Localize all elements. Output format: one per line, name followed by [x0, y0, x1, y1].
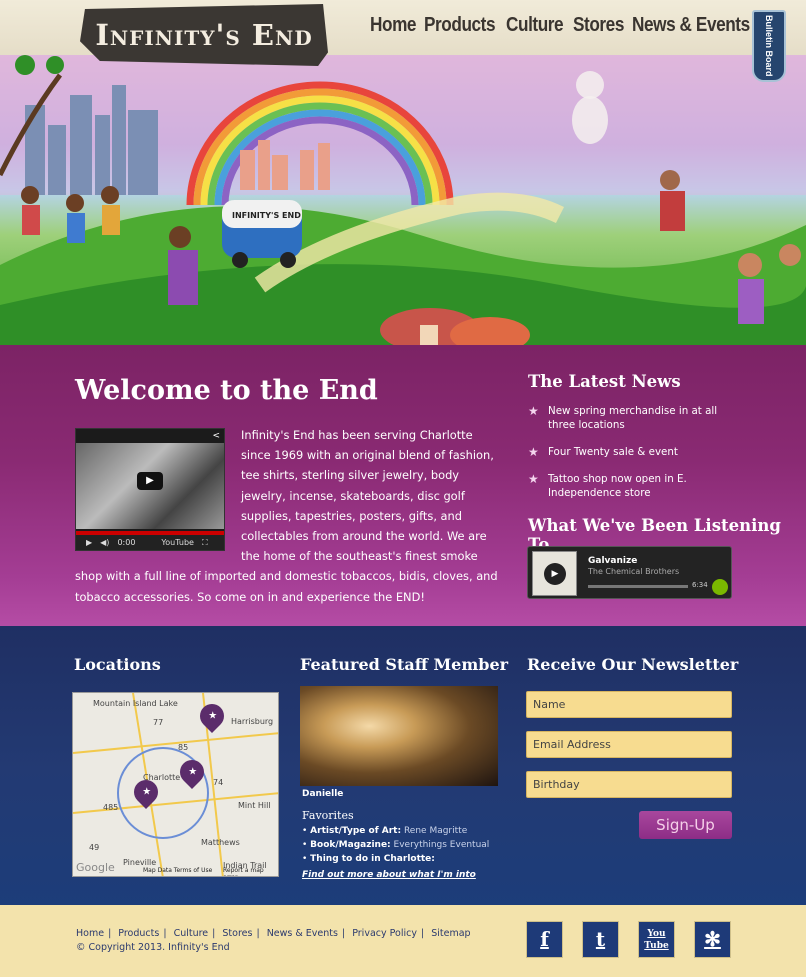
star-icon: ★ [187, 766, 197, 778]
teddy-bear [572, 71, 608, 144]
star-icon: ★ [528, 445, 539, 459]
news-list: ★ New spring merchandise in at all three … [528, 404, 738, 513]
star-icon: ★ [528, 472, 539, 486]
favorite-label: Book/Magazine: [310, 840, 391, 850]
map-terms-link[interactable]: Map Data Terms of Use [143, 867, 212, 874]
star-icon: ★ [207, 710, 217, 722]
footer-link-news-events[interactable]: News & Events [267, 928, 338, 939]
play-icon[interactable]: ▶ [137, 472, 163, 490]
van-label: INFINITY'S END [232, 211, 301, 220]
news-item-text[interactable]: Tattoo shop now open in E. Independence … [548, 473, 687, 499]
email-field[interactable]: Email Address [526, 731, 732, 758]
album-art: ▶ [532, 551, 577, 596]
song-progress[interactable] [588, 585, 688, 588]
map-label: Mountain Island Lake [93, 699, 178, 708]
birthday-field[interactable]: Birthday [526, 771, 732, 798]
signup-button[interactable]: Sign-Up [639, 811, 732, 839]
favorite-item: • Artist/Type of Art: Rene Magritte [302, 826, 468, 836]
youtube-icon[interactable]: You Tube [638, 921, 675, 958]
video-controls: ▶ ◀) 0:00 YouTube ⛶ [76, 535, 224, 550]
volume-icon[interactable]: ◀) [100, 538, 109, 547]
news-item[interactable]: ★ New spring merchandise in at all three … [528, 404, 738, 432]
song-duration: 6:34 [692, 581, 708, 589]
map-label: Pineville [123, 858, 157, 867]
hero-illustration: INFINITY'S END [0, 55, 806, 355]
news-item-text[interactable]: Four Twenty sale & event [548, 446, 678, 458]
footer-link-sitemap[interactable]: Sitemap [431, 928, 470, 939]
map-label: Mint Hill [238, 801, 271, 810]
staff-more-link[interactable]: Find out more about what I'm into [302, 870, 476, 880]
play-icon[interactable]: ▶ [544, 563, 566, 585]
hippie-van: INFINITY'S END [222, 200, 302, 268]
song-artist: The Chemical Brothers [588, 567, 680, 576]
spotify-player: ▶ Galvanize The Chemical Brothers 6:34 [527, 546, 732, 599]
locations-title: Locations [74, 655, 161, 674]
hero-scene: INFINITY'S END [0, 55, 806, 355]
bulletin-board-label: Bulletin Board [764, 15, 774, 77]
staff-photo [300, 686, 498, 786]
nav-news-events[interactable]: News & Events [632, 14, 750, 37]
video-player[interactable]: < ▶ ▶ ◀) 0:00 YouTube ⛶ [75, 428, 225, 551]
newsletter-title: Receive Our Newsletter [527, 655, 739, 674]
road-label: 77 [153, 718, 164, 727]
copyright: © Copyright 2013. Infinity's End [76, 942, 230, 953]
locations-map[interactable]: Mountain Island Lake Harrisburg Charlott… [72, 692, 279, 877]
favorite-item: • Book/Magazine: Everythings Eventual [302, 840, 490, 850]
nav-culture[interactable]: Culture [506, 14, 564, 37]
video-time: 0:00 [117, 538, 136, 547]
footer [0, 905, 806, 977]
footer-link-products[interactable]: Products [118, 928, 159, 939]
star-icon: ★ [141, 786, 151, 798]
favorites-list: • Artist/Type of Art: Rene Magritte • Bo… [302, 824, 522, 866]
news-item-text[interactable]: New spring merchandise in at all three l… [548, 405, 717, 431]
favorite-item: • Thing to do in Charlotte: [302, 854, 435, 864]
spotify-icon[interactable] [712, 579, 728, 595]
news-item[interactable]: ★ Tattoo shop now open in E. Independence… [528, 472, 738, 500]
road-label: 485 [103, 803, 119, 812]
map-label: Matthews [201, 838, 240, 847]
footer-link-culture[interactable]: Culture [174, 928, 209, 939]
favorite-value: Rene Magritte [403, 826, 468, 836]
road-label: 85 [178, 743, 189, 752]
favorite-label: Artist/Type of Art: [310, 826, 402, 836]
footer-link-home[interactable]: Home [76, 928, 104, 939]
name-field[interactable]: Name [526, 691, 732, 718]
site-logo[interactable]: Infinity's End [80, 4, 328, 66]
road-label: 74 [213, 778, 224, 787]
staff-name: Danielle [302, 789, 344, 799]
footer-link-stores[interactable]: Stores [222, 928, 252, 939]
main-nav: Home Products Culture Stores News & Even… [370, 14, 769, 37]
star-icon: ★ [528, 404, 539, 418]
twitter-icon[interactable]: t [582, 921, 619, 958]
youtube-logo[interactable]: YouTube [161, 538, 194, 547]
staff-title: Featured Staff Member [300, 655, 509, 674]
favorites-title: Favorites [302, 809, 354, 822]
report-map-error-link[interactable]: Report a map error [223, 867, 278, 876]
play-button-icon[interactable]: ▶ [86, 538, 92, 547]
bulletin-board-tab[interactable]: Bulletin Board [752, 10, 786, 82]
road-label: 49 [89, 843, 100, 852]
footer-links: Home | Products | Culture | Stores | News & … [76, 928, 471, 939]
facebook-icon[interactable]: f [526, 921, 563, 958]
song-title: Galvanize [588, 556, 638, 566]
favorite-value: Everythings Eventual [393, 840, 490, 850]
nav-home[interactable]: Home [370, 14, 417, 37]
nav-stores[interactable]: Stores [573, 14, 624, 37]
map-label: Harrisburg [231, 717, 274, 726]
latest-news-title: The Latest News [528, 372, 681, 391]
footer-link-privacy[interactable]: Privacy Policy [352, 928, 417, 939]
nav-products[interactable]: Products [424, 14, 496, 37]
fullscreen-icon[interactable]: ⛶ [202, 538, 208, 548]
yelp-icon[interactable]: ✻ [694, 921, 731, 958]
share-icon[interactable]: < [212, 431, 220, 441]
google-logo: Google [76, 861, 115, 874]
news-item[interactable]: ★ Four Twenty sale & event [528, 445, 738, 459]
favorite-label: Thing to do in Charlotte: [310, 854, 435, 864]
welcome-title: Welcome to the End [75, 375, 378, 406]
